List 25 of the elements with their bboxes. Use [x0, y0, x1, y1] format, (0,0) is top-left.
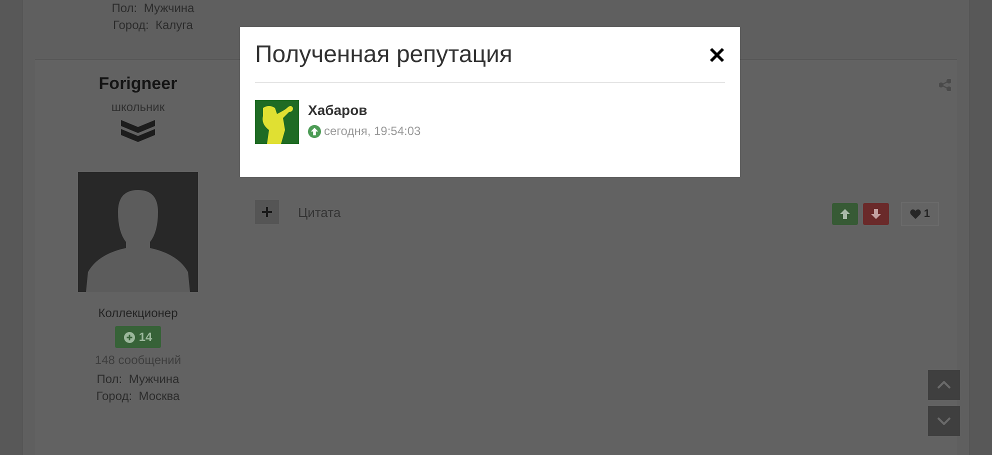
chevron-down-icon: [937, 417, 951, 425]
arrow-up-circle-icon: [308, 124, 321, 138]
scroll-up-button[interactable]: [928, 370, 960, 400]
scroll-down-button[interactable]: [928, 406, 960, 436]
upvote-button[interactable]: [832, 203, 858, 225]
reputation-badge[interactable]: 14: [114, 326, 162, 348]
plus-icon: [262, 207, 272, 217]
dialog-title: Полученная репутация: [255, 40, 512, 68]
like-button[interactable]: 1: [900, 202, 939, 226]
timestamp: сегодня, 19:54:03: [324, 124, 421, 138]
chevron-rank-icon: [121, 120, 155, 142]
user-avatar: [255, 100, 299, 144]
downvote-button[interactable]: [862, 203, 889, 225]
arrow-down-icon: [870, 209, 881, 219]
user-title: Коллекционер: [98, 306, 178, 320]
user-name[interactable]: Хабаров: [308, 102, 421, 118]
username[interactable]: Forigneer: [98, 74, 178, 94]
reputation-count: 14: [138, 330, 152, 344]
share-icon[interactable]: [939, 79, 951, 91]
heart-icon: [910, 209, 921, 219]
plus-circle-icon: [124, 332, 135, 342]
chevron-up-icon: [937, 381, 951, 389]
arrow-up-icon: [840, 209, 850, 219]
close-icon[interactable]: [709, 46, 725, 62]
multiquote-button[interactable]: [255, 200, 279, 224]
